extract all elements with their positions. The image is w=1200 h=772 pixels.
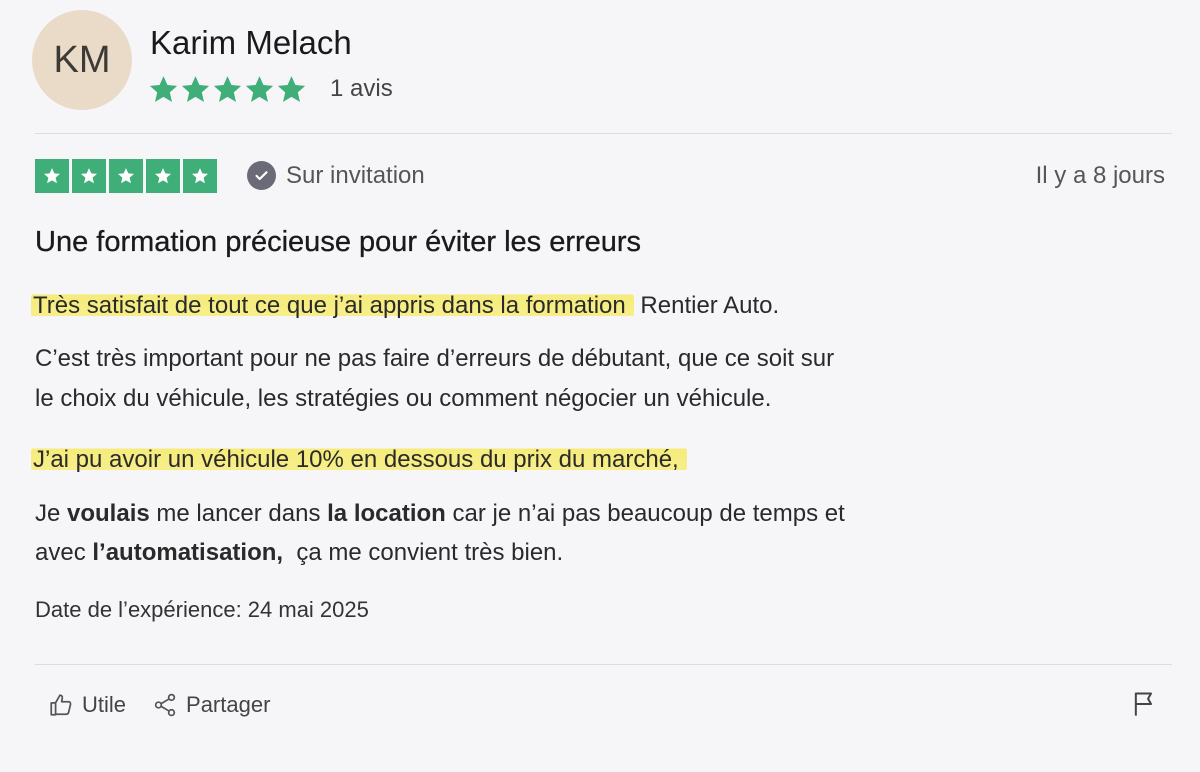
reviewer-name[interactable]: Karim Melach [150,24,352,62]
star-icon [118,168,134,184]
rating-star-cell [109,159,143,193]
review-text-bold: la location [327,500,446,527]
review-text-bold: l’automatisation, [92,539,284,566]
review-line-4: J’ai pu avoir un véhicule 10% en dessous… [31,440,687,480]
review-line-2: C’est très important pour ne pas faire d… [35,345,835,372]
review-text: avec [35,539,93,566]
review-text: me lancer dans [149,500,328,527]
star-icon [181,76,210,102]
review-count: 1 avis [330,75,393,102]
review-time-ago: Il y a 8 jours [1035,162,1165,189]
rating-star-cell [72,159,106,193]
review-actions: Utile Partager [48,692,270,718]
star-icon [245,76,274,102]
review-line-1: Très satisfait de tout ce que j’ai appri… [31,286,780,326]
rating-star-cell [146,159,180,193]
review-text-bold: voulais [67,500,150,527]
review-title: Une formation précieuse pour éviter les … [35,226,642,258]
star-icon [44,168,60,184]
flag-icon [1134,692,1152,716]
star-icon [213,76,242,102]
star-icon [155,168,171,184]
review-rating-stars [35,159,217,193]
star-icon [277,76,306,102]
review-text: car je n’ai pas beaucoup de temps et [445,500,845,527]
review-card: KM Karim Melach 1 avis Sur invitation Il… [0,0,1200,772]
useful-label: Utile [82,692,127,717]
review-text: Rentier Auto. [633,292,780,319]
divider [35,664,1172,665]
invitation-label: Sur invitation [286,161,425,189]
experience-date: Date de l’expérience: 24 mai 2025 [35,597,369,622]
profile-stars [148,74,307,105]
review-text: ça me convient très bien. [283,539,564,566]
star-icon [192,168,208,184]
share-label: Partager [186,692,271,717]
rating-star-cell [183,159,217,193]
highlighted-text: Très satisfait de tout ce que j’ai appri… [31,292,634,319]
review-line-5: Je voulais me lancer dans la location ca… [35,494,845,534]
star-icon [149,76,178,102]
star-icon [81,168,97,184]
review-text: Je [35,500,68,527]
rating-star-cell [35,159,69,193]
thumbs-up-icon [50,694,72,716]
check-circle-icon [247,161,276,190]
useful-button[interactable]: Utile [48,692,126,718]
review-line-3: le choix du véhicule, les stratégies ou … [35,385,772,412]
report-button[interactable] [1130,690,1158,718]
share-icon [154,693,176,717]
review-line-6: avec l’automatisation, ça me convient tr… [35,533,563,573]
highlighted-text: J’ai pu avoir un véhicule 10% en dessous… [31,446,687,473]
avatar[interactable]: KM [32,10,132,110]
divider [35,133,1172,134]
share-button[interactable]: Partager [152,692,270,718]
invitation-badge: Sur invitation [247,161,425,190]
avatar-initials: KM [53,38,111,81]
